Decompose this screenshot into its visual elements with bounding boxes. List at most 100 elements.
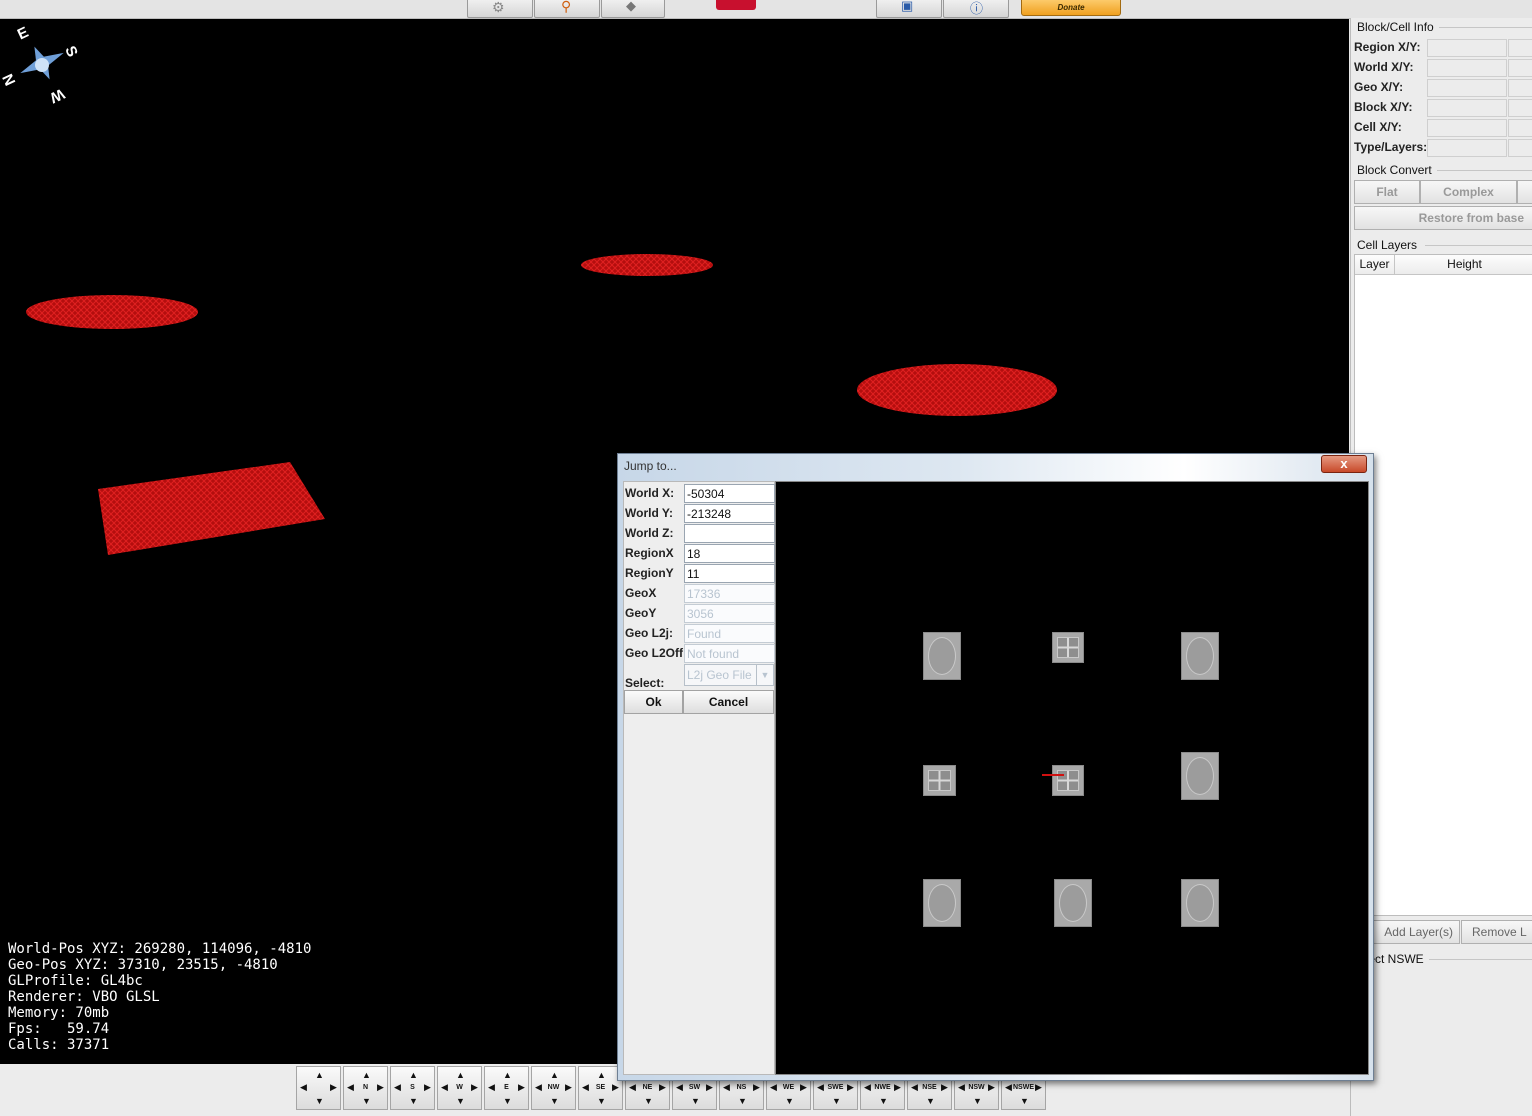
multilayer-button[interactable] xyxy=(1517,180,1532,204)
top-toolbar: ⚙ ⚲ ◆ ▣ ⓘ Donate xyxy=(0,0,1532,19)
nswe-button-label: S xyxy=(410,1084,415,1091)
info-value-box xyxy=(1508,39,1532,57)
geo-file-select[interactable]: L2j Geo File ▼ xyxy=(684,664,774,686)
cancel-button[interactable]: Cancel xyxy=(683,690,774,714)
world-pos-text: World-Pos XYZ: 269280, 114096, -4810 xyxy=(8,941,312,957)
save-button[interactable]: ▣ xyxy=(876,0,942,18)
jump-form: World X: World Y: World Z: RegionX RegionY Ge… xyxy=(623,481,775,1075)
arrow-down-icon: ▼ xyxy=(456,1096,465,1106)
magnifier-icon: ⚲ xyxy=(561,0,572,14)
donate-button[interactable]: Donate xyxy=(1021,0,1121,16)
region-tile[interactable] xyxy=(1054,879,1092,927)
arrow-down-icon: ▼ xyxy=(362,1096,371,1106)
region-tile[interactable] xyxy=(1181,752,1219,800)
info-value-box xyxy=(1508,99,1532,117)
remove-layer-button[interactable]: Remove L xyxy=(1461,920,1532,944)
info-value-box xyxy=(1508,79,1532,97)
restore-from-base-button[interactable]: Restore from base xyxy=(1354,206,1532,230)
complex-label: Complex xyxy=(1443,185,1494,199)
field-label: World X: xyxy=(625,486,675,500)
l2j-logo xyxy=(716,0,756,10)
info-label: Region X/Y: xyxy=(1354,40,1421,54)
nswe-button[interactable]: ▲ ▼ ◀ ▶ W xyxy=(437,1066,482,1110)
info-icon: ⓘ xyxy=(970,1,984,16)
info-label: Type/Layers: xyxy=(1354,140,1428,154)
layer-header-label: Layer xyxy=(1359,257,1390,271)
arrow-down-icon: ▼ xyxy=(926,1096,935,1106)
cell-layers-table: Layer Height xyxy=(1354,254,1532,916)
nswe-button[interactable]: ▲ ▼ ◀ ▶ xyxy=(296,1066,341,1110)
floppy-icon: ▣ xyxy=(901,0,914,13)
nswe-button-label: E xyxy=(504,1084,509,1091)
info-button[interactable]: ⓘ xyxy=(943,0,1009,18)
ok-button[interactable]: Ok xyxy=(624,690,683,714)
memory-text: Memory: 70mb xyxy=(8,1005,110,1021)
search-button[interactable]: ⚲ xyxy=(534,0,600,18)
field-label: GeoX xyxy=(625,586,657,600)
arrow-down-icon: ▼ xyxy=(503,1096,512,1106)
gear-icon: ⚙ xyxy=(492,0,505,15)
arrow-left-icon: ◀ xyxy=(300,1082,307,1092)
position-marker-icon xyxy=(1042,774,1064,776)
arrow-down-icon: ▼ xyxy=(738,1096,747,1106)
nswe-button[interactable]: ▲ ▼ ◀ ▶ N xyxy=(343,1066,388,1110)
nswe-button[interactable]: ▲ ▼ ◀ ▶ E xyxy=(484,1066,529,1110)
select-label: Select: xyxy=(625,676,665,690)
info-value-box xyxy=(1508,139,1532,157)
info-value-box xyxy=(1427,59,1507,77)
region-tile[interactable] xyxy=(1181,879,1219,927)
complex-button[interactable]: Complex xyxy=(1420,180,1517,204)
arrow-down-icon: ▼ xyxy=(315,1096,324,1106)
close-button[interactable]: x xyxy=(1321,455,1367,473)
field-input[interactable] xyxy=(684,504,775,523)
info-label: Block X/Y: xyxy=(1354,100,1413,114)
arrow-up-icon: ▲ xyxy=(456,1070,465,1080)
column-header-height[interactable]: Height xyxy=(1395,255,1532,275)
info-label: Geo X/Y: xyxy=(1354,80,1404,94)
settings-button[interactable]: ⚙ xyxy=(467,0,533,18)
cell-layers-title: Cell Layers xyxy=(1357,238,1418,252)
arrow-down-icon: ▼ xyxy=(644,1096,653,1106)
field-label: RegionY xyxy=(625,566,674,580)
nswe-button-label: NW xyxy=(547,1084,560,1091)
field-label: Geo L2Off: xyxy=(625,646,687,660)
nswe-button-label: SE xyxy=(595,1084,606,1091)
column-header-layer[interactable]: Layer xyxy=(1355,255,1395,275)
nswe-button[interactable]: ▲ ▼ ◀ ▶ S xyxy=(390,1066,435,1110)
geo-pos-text: Geo-Pos XYZ: 37310, 23515, -4810 xyxy=(8,957,278,973)
info-value-box xyxy=(1427,139,1507,157)
region-tile[interactable] xyxy=(923,765,956,796)
donate-label: Donate xyxy=(1057,3,1085,12)
region-tile[interactable] xyxy=(923,632,961,680)
region-tile[interactable] xyxy=(1052,632,1084,663)
field-input[interactable] xyxy=(684,484,775,503)
field-input[interactable] xyxy=(684,564,775,583)
arrow-down-icon: ▼ xyxy=(1020,1096,1029,1106)
field-label: Geo L2j: xyxy=(625,626,674,640)
nswe-button[interactable]: ▲ ▼ ◀ ▶ NW xyxy=(531,1066,576,1110)
field-input xyxy=(684,584,775,603)
tools-button[interactable]: ◆ xyxy=(601,0,665,18)
info-value-box xyxy=(1508,59,1532,77)
field-label: RegionX xyxy=(625,546,674,560)
field-input[interactable] xyxy=(684,524,775,543)
chevron-down-icon: ▼ xyxy=(756,665,773,685)
fps-text: Fps: 59.74 xyxy=(8,1021,110,1037)
arrow-down-icon: ▼ xyxy=(597,1096,606,1106)
region-tile[interactable] xyxy=(1181,632,1219,680)
region-map-preview[interactable] xyxy=(775,481,1369,1075)
compass-rose: E S W N xyxy=(0,24,84,109)
arrow-down-icon: ▼ xyxy=(973,1096,982,1106)
flat-button[interactable]: Flat xyxy=(1354,180,1420,204)
arrow-down-icon: ▼ xyxy=(785,1096,794,1106)
nswe-button-label: NS xyxy=(736,1084,747,1091)
field-input[interactable] xyxy=(684,544,775,563)
arrow-up-icon: ▲ xyxy=(362,1070,371,1080)
region-tile-current[interactable] xyxy=(1052,765,1084,796)
ok-label: Ok xyxy=(645,695,662,709)
nswe-button-label: SWE xyxy=(827,1084,844,1091)
nswe-button-label: NE xyxy=(642,1084,653,1091)
arrow-down-icon: ▼ xyxy=(409,1096,418,1106)
region-tile[interactable] xyxy=(923,879,961,927)
nswe-button-label: W xyxy=(456,1084,463,1091)
